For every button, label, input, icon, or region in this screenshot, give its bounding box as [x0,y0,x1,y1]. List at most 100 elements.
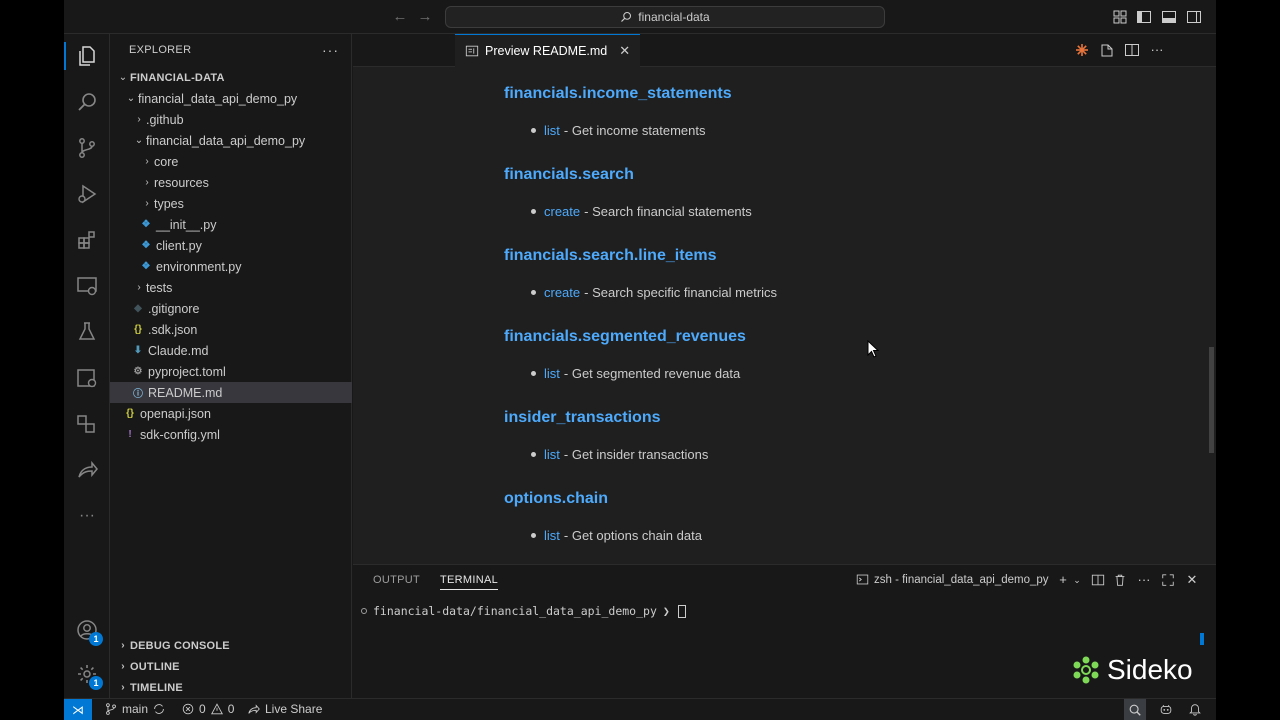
tree-item[interactable]: › core [110,151,352,172]
layout-controls-icon[interactable] [1112,9,1128,25]
python-file-icon: ❖ [141,219,151,230]
section-timeline[interactable]: › TIMELINE [110,677,352,698]
bullet-icon [531,128,536,133]
tree-item[interactable]: ❖ __init__.py [110,214,352,235]
live-share-status[interactable]: Live Share [247,702,322,716]
zoom-indicator[interactable] [1124,699,1146,720]
chevron-right-icon: › [137,114,141,125]
section-outline[interactable]: › OUTLINE [110,656,352,677]
panel-more-actions-icon[interactable]: ··· [1137,573,1151,587]
live-share-icon[interactable] [75,458,99,482]
references-icon[interactable] [75,412,99,436]
method-description: - Get income statements [563,123,706,138]
tree-item[interactable]: ⌄ financial_data_api_demo_py [110,130,352,151]
run-debug-icon[interactable] [75,182,99,206]
split-terminal-icon[interactable] [1091,573,1105,587]
command-center-search[interactable]: financial-data [445,6,885,28]
tree-item[interactable]: ⌄ financial_data_api_demo_py [110,88,352,109]
tree-item[interactable]: ❖ client.py [110,235,352,256]
tab-output[interactable]: OUTPUT [373,574,420,586]
copilot-status-icon[interactable] [1159,702,1173,716]
accounts-icon[interactable]: 1 [75,618,103,646]
copilot-sparkle-icon[interactable] [1074,42,1090,58]
git-file-icon: ◆ [134,303,142,314]
mouse-cursor-icon [867,340,879,358]
md-heading: financials.search [504,166,634,183]
method-description: - Search specific financial metrics [584,285,778,300]
search-icon[interactable] [75,90,99,114]
kill-terminal-trash-icon[interactable] [1113,573,1127,587]
tab-label: Preview README.md [485,44,608,58]
method-link[interactable]: list [544,366,560,381]
notifications-bell-icon[interactable] [1188,702,1202,716]
bullet-icon [531,452,536,457]
python-file-icon: ❖ [141,240,151,251]
chevron-right-icon: › [121,682,125,693]
md-list-item: create - Search specific financial metric… [531,285,777,300]
tree-item-label: .gitignore [148,301,200,316]
method-link[interactable]: create [544,204,580,219]
tree-item[interactable]: ! sdk-config.yml [110,424,352,445]
method-link[interactable]: list [544,123,560,138]
remote-explorer-icon[interactable] [75,274,99,298]
branch-indicator[interactable]: main [104,702,166,716]
new-terminal-plus-icon[interactable]: + [1056,573,1070,587]
tree-item[interactable]: ❖ environment.py [110,256,352,277]
explorer-sidebar: EXPLORER ··· ⌄ FINANCIAL-DATA ⌄ financial… [110,34,352,698]
preview-scrollbar[interactable] [1209,347,1214,453]
tree-item[interactable]: › tests [110,277,352,298]
toggle-primary-sidebar-icon[interactable] [1136,9,1152,25]
toggle-secondary-sidebar-icon[interactable] [1186,9,1202,25]
tree-item[interactable]: › .github [110,109,352,130]
source-control-icon[interactable] [75,136,99,160]
more-views-icon[interactable]: ··· [75,504,99,528]
problems-indicator[interactable]: 0 0 [181,702,234,716]
tree-item-label: financial_data_api_demo_py [146,133,306,148]
terminal-dropdown-chevron-icon[interactable]: ⌄ [1070,573,1084,587]
terminal-prompt[interactable]: financial-data/financial_data_api_demo_p… [361,604,686,618]
forward-arrow-icon[interactable]: → [416,8,434,26]
editor-more-actions-icon[interactable]: ··· [1149,42,1165,58]
tree-item[interactable]: ◆ .gitignore [110,298,352,319]
tab-terminal[interactable]: TERMINAL [440,574,499,590]
editor-area: Preview README.md ✕ ··· financials.incom… [353,34,1216,564]
settings-file-icon: ⚙ [133,366,143,377]
method-link[interactable]: list [544,528,560,543]
explorer-more-actions-icon[interactable]: ··· [322,42,339,58]
close-icon[interactable]: ✕ [619,43,630,59]
extensions-icon[interactable] [75,228,99,252]
tree-item[interactable]: ⚙ pyproject.toml [110,361,352,382]
info-file-icon: ⓘ [133,389,143,400]
tab-preview-readme[interactable]: Preview README.md ✕ [455,34,641,67]
toggle-panel-icon[interactable] [1161,9,1177,25]
back-arrow-icon[interactable]: ← [391,8,409,26]
md-list-item: list - Get income statements [531,123,706,138]
md-heading: financials.income_statements [504,85,732,102]
section-debug-console[interactable]: › DEBUG CONSOLE [110,635,352,656]
tree-item[interactable]: ⓘ README.md [110,382,352,403]
tree-root-folder[interactable]: ⌄ FINANCIAL-DATA [110,67,352,88]
bullet-icon [531,290,536,295]
tree-item[interactable]: › resources [110,172,352,193]
maximize-panel-icon[interactable] [1161,573,1175,587]
tree-item[interactable]: ⬇ Claude.md [110,340,352,361]
tree-item[interactable]: {} .sdk.json [110,319,352,340]
terminal-instance-selector[interactable]: zsh - financial_data_api_demo_py [856,573,1049,586]
open-source-icon[interactable] [1099,42,1115,58]
method-description: - Get segmented revenue data [563,366,741,381]
tree-item-label: __init__.py [156,217,217,232]
remote-indicator-icon[interactable]: ⋊ [64,699,92,720]
method-link[interactable]: list [544,447,560,462]
containers-icon[interactable] [75,366,99,390]
python-file-icon: ❖ [141,261,151,272]
split-editor-icon[interactable] [1124,42,1140,58]
tree-item-label: types [154,196,184,211]
method-link[interactable]: create [544,285,580,300]
tree-item-label: pyproject.toml [148,364,226,379]
tree-item[interactable]: › types [110,193,352,214]
close-panel-icon[interactable]: ✕ [1185,573,1199,587]
tree-item[interactable]: {} openapi.json [110,403,352,424]
manage-gear-icon[interactable]: 1 [75,662,103,690]
testing-flask-icon[interactable] [75,320,99,344]
explorer-files-icon[interactable] [75,44,99,68]
